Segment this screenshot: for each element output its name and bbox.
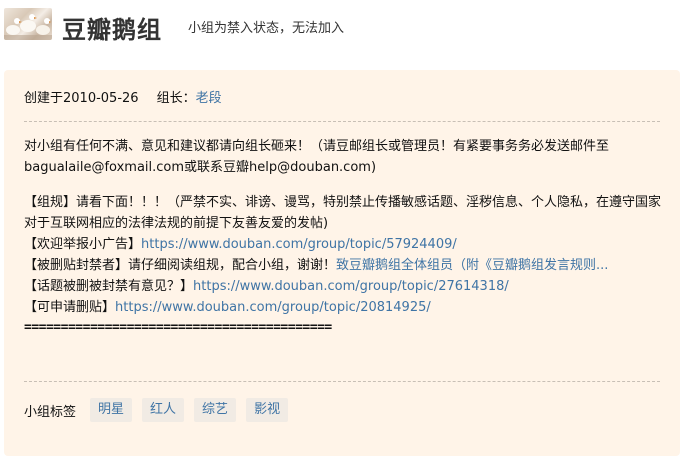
member-notice-link[interactable]: 致豆瓣鹅组全体组员（附《豆瓣鹅组发言规则... — [336, 258, 608, 273]
topic-label: 【话题被删被封禁有意见？】 — [24, 279, 194, 294]
tag-star[interactable]: 明星 — [90, 398, 133, 422]
intro-rules-text: 【组规】请看下面！！！（严禁不实、诽谤、谩骂，特别禁止传播敏感话题、淫秽信息、个… — [24, 195, 662, 231]
divider — [24, 121, 660, 122]
intro-banned-line: 【被删贴封禁者】请仔细阅读组规，配合小组，谢谢！致豆瓣鹅组全体组员（附《豆瓣鹅组… — [24, 255, 664, 276]
group-title: 豆瓣鹅组 — [62, 16, 162, 44]
tag-film-tv[interactable]: 影视 — [246, 398, 289, 422]
group-header: 豆瓣鹅组 小组为禁入状态，无法加入 — [0, 0, 686, 56]
goose-image-icon — [4, 14, 52, 40]
tag-variety[interactable]: 综艺 — [194, 398, 237, 422]
group-meta: 创建于2010-05-26 组长：老段 — [24, 87, 222, 106]
apply-delete-link[interactable]: https://www.douban.com/group/topic/20814… — [115, 300, 431, 315]
banned-label: 【被删贴封禁者】请仔细阅读组规，配合小组，谢谢！ — [24, 258, 337, 273]
leader-link[interactable]: 老段 — [196, 91, 222, 106]
ad-report-link[interactable]: https://www.douban.com/group/topic/57924… — [141, 237, 457, 252]
intro-topic-line: 【话题被删被封禁有意见？】https://www.douban.com/grou… — [24, 276, 664, 297]
apply-label: 【可申请删贴】 — [24, 300, 116, 315]
created-date: 创建于2010-05-26 — [24, 91, 139, 106]
intro-contact-text: 对小组有任何不满、意见和建议都请向组长砸来！（请豆邮组长或管理员！有紧要事务务必… — [24, 139, 610, 175]
topic-appeal-link[interactable]: https://www.douban.com/group/topic/27614… — [193, 279, 509, 294]
intro-ad-line: 【欢迎举报小广告】https://www.douban.com/group/to… — [24, 234, 664, 255]
tags-label: 小组标签 — [24, 404, 77, 420]
equals-separator: ========================================… — [24, 320, 332, 335]
join-status-text: 小组为禁入状态，无法加入 — [188, 21, 345, 36]
group-intro: 对小组有任何不满、意见和建议都请向组长砸来！（请豆邮组长或管理员！有紧要事务务必… — [24, 136, 664, 338]
intro-apply-line: 【可申请删贴】https://www.douban.com/group/topi… — [24, 297, 664, 318]
tag-celebrity[interactable]: 红人 — [142, 398, 185, 422]
group-tags: 小组标签 明星 红人 综艺 影视 — [24, 398, 298, 422]
ad-label: 【欢迎举报小广告】 — [24, 237, 142, 252]
group-info-card: 创建于2010-05-26 组长：老段 对小组有任何不满、意见和建议都请向组长砸来… — [4, 70, 680, 456]
leader-label: 组长： — [156, 91, 196, 106]
divider — [24, 381, 660, 382]
group-avatar[interactable] — [4, 8, 52, 40]
